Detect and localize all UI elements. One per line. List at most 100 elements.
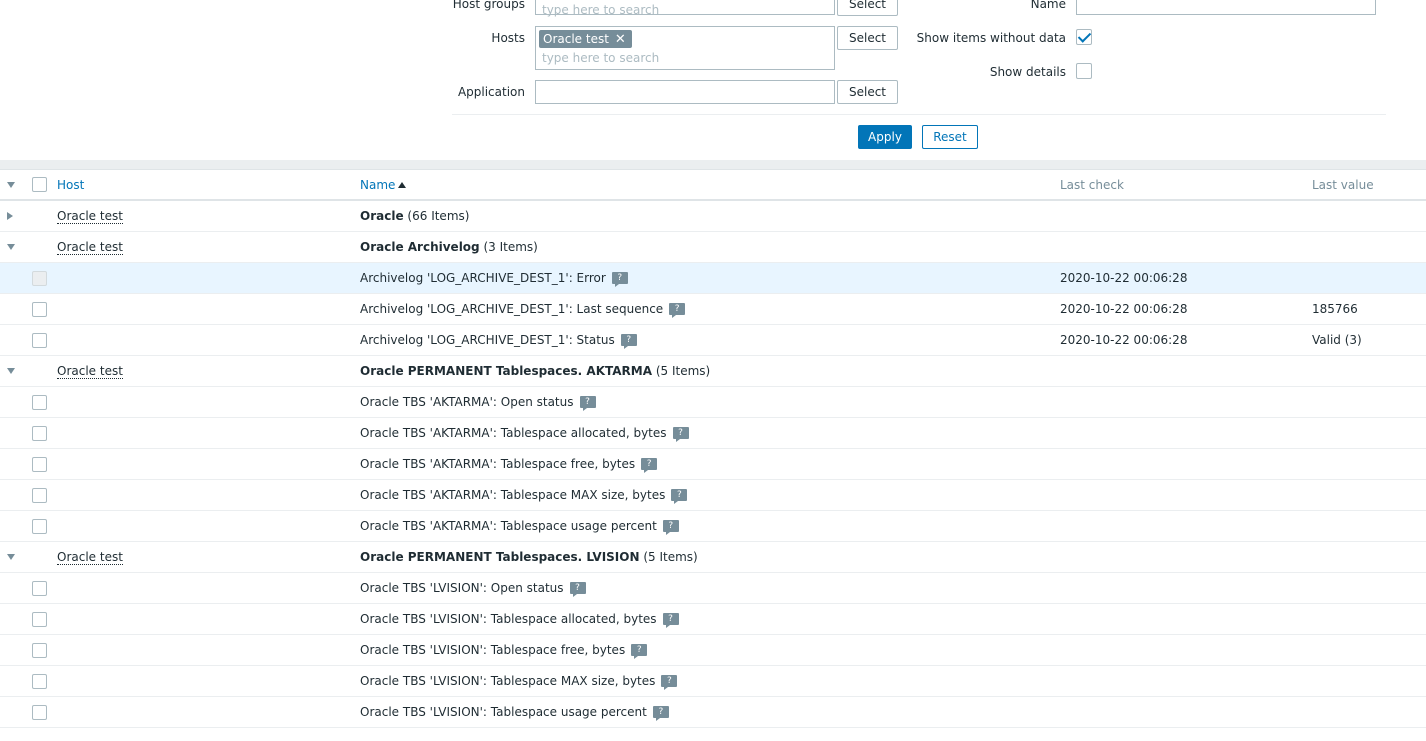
table-row: Oracle TBS 'LVISION': Tablespace allocat…: [0, 604, 1426, 635]
show-without-data-checkbox[interactable]: [1076, 29, 1092, 45]
group-count: (5 Items): [643, 550, 698, 564]
item-name: Oracle TBS 'AKTARMA': Open status: [360, 395, 574, 409]
last-check: 2020-10-22 00:06:28: [1060, 333, 1188, 347]
group-name: Oracle PERMANENT Tablespaces. LVISION: [360, 550, 640, 564]
help-icon[interactable]: ?: [652, 706, 669, 721]
row-checkbox[interactable]: [32, 673, 47, 689]
application-select-button[interactable]: Select: [837, 80, 898, 104]
group-toggle[interactable]: [7, 232, 15, 262]
help-icon[interactable]: ?: [620, 334, 637, 349]
host-link[interactable]: Oracle test: [57, 550, 123, 565]
help-icon[interactable]: ?: [611, 272, 628, 287]
help-icon[interactable]: ?: [579, 396, 596, 411]
row-checkbox: [32, 270, 47, 286]
table-row: Oracle TBS 'AKTARMA': Open status?: [0, 387, 1426, 418]
row-checkbox[interactable]: [32, 425, 47, 441]
item-name: Archivelog 'LOG_ARCHIVE_DEST_1': Status: [360, 333, 615, 347]
help-icon[interactable]: ?: [672, 427, 689, 442]
host-groups-label: Host groups: [452, 0, 525, 11]
header-host[interactable]: Host: [57, 178, 84, 192]
group-name: Oracle PERMANENT Tablespaces. AKTARMA: [360, 364, 653, 378]
application-input[interactable]: [535, 80, 835, 104]
hosts-input[interactable]: Oracle test ✕ type here to search: [535, 26, 835, 70]
group-count: (5 Items): [655, 364, 711, 378]
help-icon[interactable]: ?: [669, 303, 686, 318]
last-check: 2020-10-22 00:06:28: [1060, 271, 1188, 285]
show-details-checkbox[interactable]: [1076, 63, 1092, 79]
item-name: Oracle TBS 'LVISION': Tablespace MAX siz…: [360, 674, 656, 688]
chevron-down-icon[interactable]: [7, 181, 15, 188]
row-checkbox[interactable]: [32, 704, 47, 720]
chevron-down-icon[interactable]: [7, 244, 15, 250]
hosts-tag-label: Oracle test: [543, 32, 609, 46]
select-all-checkbox[interactable]: [32, 177, 47, 192]
header-name[interactable]: Name: [360, 178, 395, 192]
host-groups-select-button[interactable]: Select: [837, 0, 898, 16]
group-toggle[interactable]: [7, 542, 15, 572]
chevron-down-icon[interactable]: [7, 554, 15, 560]
sort-asc-icon: [398, 181, 407, 188]
row-checkbox[interactable]: [32, 642, 47, 658]
row-checkbox[interactable]: [32, 580, 47, 596]
row-checkbox[interactable]: [32, 487, 47, 503]
item-name: Oracle TBS 'AKTARMA': Tablespace usage p…: [360, 519, 657, 533]
help-icon[interactable]: ?: [671, 489, 688, 504]
row-checkbox[interactable]: [32, 301, 47, 317]
table-row: Oracle TBS 'LVISION': Open status?: [0, 573, 1426, 604]
host-link[interactable]: Oracle test: [57, 240, 123, 255]
group-name: Oracle: [360, 209, 404, 223]
help-icon[interactable]: ?: [569, 582, 586, 597]
header-last-value: Last value: [1312, 177, 1374, 192]
collapse-all-toggle[interactable]: [7, 170, 15, 199]
application-label: Application: [457, 85, 525, 99]
table-body: Oracle test Oracle (66 Items) Oracle test O…: [0, 201, 1426, 728]
host-groups-input[interactable]: type here to search: [535, 0, 835, 17]
table-row: Oracle TBS 'AKTARMA': Tablespace free, b…: [0, 449, 1426, 480]
row-checkbox[interactable]: [32, 394, 47, 410]
help-icon[interactable]: ?: [662, 520, 679, 535]
table-row: Archivelog 'LOG_ARCHIVE_DEST_1': Error? 2…: [0, 263, 1426, 294]
chevron-right-icon[interactable]: [7, 212, 13, 220]
group-count: (66 Items): [407, 209, 470, 223]
filter-divider: [452, 114, 1386, 115]
help-icon[interactable]: ?: [631, 644, 648, 659]
table-header: Host Name Last check Last value: [0, 170, 1426, 201]
apply-button[interactable]: Apply: [858, 125, 912, 149]
group-count: (3 Items): [483, 240, 538, 254]
item-name: Oracle TBS 'LVISION': Tablespace usage p…: [360, 705, 647, 719]
reset-button[interactable]: Reset: [922, 125, 978, 149]
help-icon[interactable]: ?: [662, 613, 679, 628]
name-label: Name: [1030, 0, 1066, 11]
help-icon[interactable]: ?: [661, 675, 678, 690]
item-name: Oracle TBS 'AKTARMA': Tablespace allocat…: [360, 426, 667, 440]
show-details-label: Show details: [989, 65, 1066, 79]
item-name: Oracle TBS 'LVISION': Open status: [360, 581, 564, 595]
group-toggle[interactable]: [7, 356, 15, 386]
row-checkbox[interactable]: [32, 332, 47, 348]
table-row: Oracle TBS 'AKTARMA': Tablespace allocat…: [0, 418, 1426, 449]
host-link[interactable]: Oracle test: [57, 364, 123, 379]
hosts-select-button[interactable]: Select: [837, 26, 898, 50]
group-toggle[interactable]: [7, 201, 13, 231]
item-name: Oracle TBS 'LVISION': Tablespace allocat…: [360, 612, 657, 626]
latest-data-table: Host Name Last check Last value Oracle t…: [0, 170, 1426, 728]
host-link[interactable]: Oracle test: [57, 209, 123, 224]
table-row: Oracle TBS 'LVISION': Tablespace usage p…: [0, 697, 1426, 728]
item-name: Archivelog 'LOG_ARCHIVE_DEST_1': Last se…: [360, 302, 664, 316]
help-icon[interactable]: ?: [641, 458, 658, 473]
row-checkbox[interactable]: [32, 518, 47, 534]
remove-tag-icon[interactable]: ✕: [615, 32, 626, 47]
group-row: Oracle test Oracle (66 Items): [0, 201, 1426, 232]
item-name: Oracle TBS 'AKTARMA': Tablespace MAX siz…: [360, 488, 666, 502]
row-checkbox[interactable]: [32, 456, 47, 472]
group-row: Oracle test Oracle PERMANENT Tablespaces.…: [0, 542, 1426, 573]
row-checkbox[interactable]: [32, 611, 47, 627]
hosts-tag: Oracle test ✕: [539, 30, 632, 48]
last-value: Valid (3): [1312, 333, 1362, 347]
host-groups-placeholder: type here to search: [542, 3, 660, 17]
last-check: 2020-10-22 00:06:28: [1060, 302, 1188, 316]
table-row: Archivelog 'LOG_ARCHIVE_DEST_1': Last se…: [0, 294, 1426, 325]
table-row: Archivelog 'LOG_ARCHIVE_DEST_1': Status?…: [0, 325, 1426, 356]
name-input[interactable]: [1076, 0, 1376, 15]
chevron-down-icon[interactable]: [7, 368, 15, 374]
